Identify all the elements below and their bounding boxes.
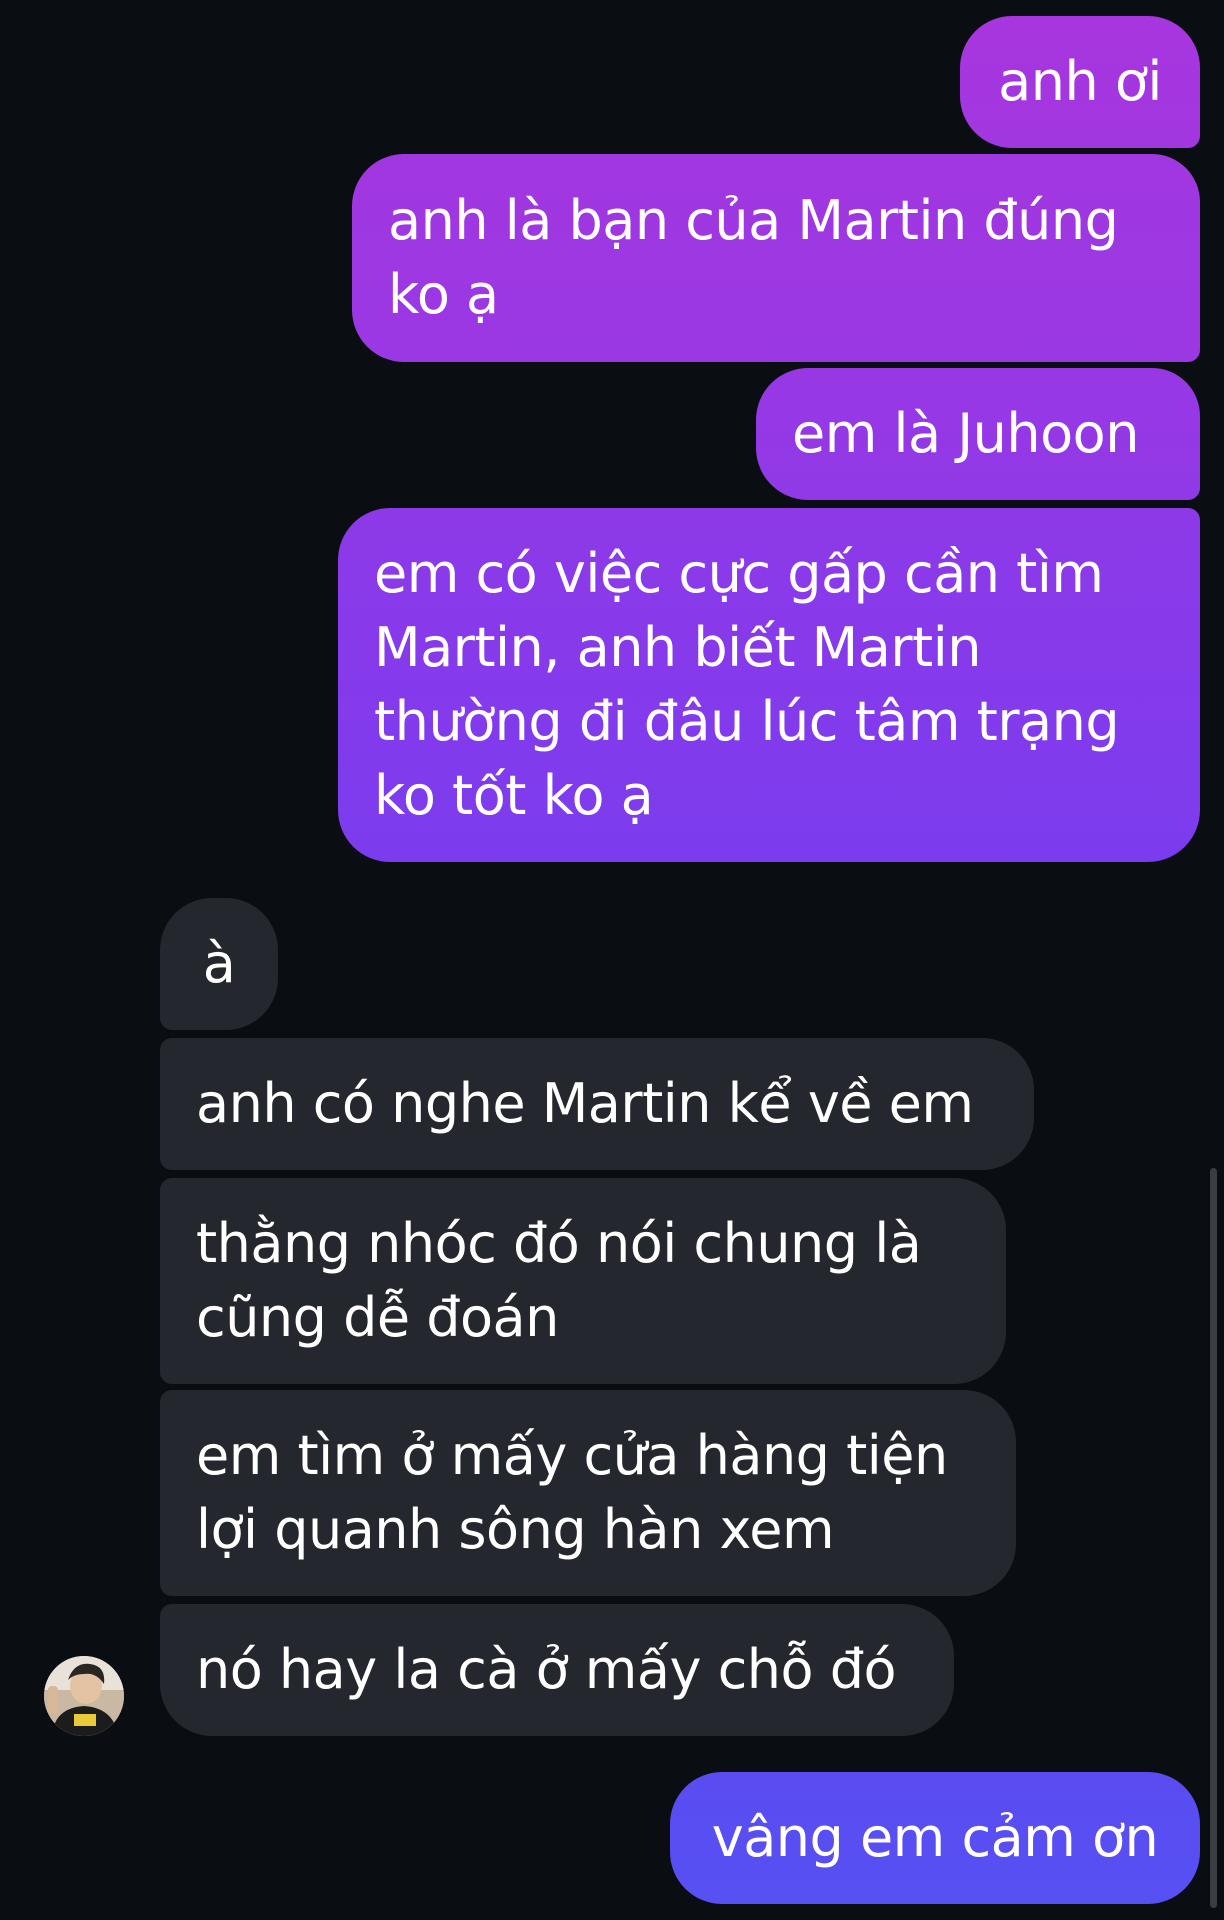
message-bubble-outgoing[interactable]: anh là bạn của Martin đúng ko ạ xyxy=(352,154,1200,362)
message-text: vâng em cảm ơn xyxy=(711,1806,1159,1869)
message-text: à xyxy=(202,932,236,995)
message-text: anh là bạn của Martin đúng ko ạ xyxy=(388,189,1119,326)
message-bubble-outgoing[interactable]: em là Juhoon xyxy=(756,368,1200,500)
message-text: nó hay la cà ở mấy chỗ đó xyxy=(196,1638,897,1701)
message-bubble-outgoing[interactable]: anh ơi xyxy=(960,16,1200,148)
message-text: em có việc cực gấp cần tìm Martin, anh b… xyxy=(374,542,1120,827)
message-bubble-outgoing-reply[interactable]: vâng em cảm ơn xyxy=(670,1772,1200,1904)
message-bubble-outgoing[interactable]: em có việc cực gấp cần tìm Martin, anh b… xyxy=(338,508,1200,862)
chat-thread: anh ơi anh là bạn của Martin đúng ko ạ e… xyxy=(0,0,1224,1920)
message-text: anh ơi xyxy=(998,50,1162,113)
message-bubble-incoming[interactable]: anh có nghe Martin kể về em xyxy=(160,1038,1034,1170)
message-text: thằng nhóc đó nói chung là cũng dễ đoán xyxy=(196,1212,922,1349)
message-bubble-incoming[interactable]: thằng nhóc đó nói chung là cũng dễ đoán xyxy=(160,1178,1006,1384)
message-bubble-incoming[interactable]: à xyxy=(160,898,278,1030)
message-bubble-incoming[interactable]: nó hay la cà ở mấy chỗ đó xyxy=(160,1604,954,1736)
message-bubble-incoming[interactable]: em tìm ở mấy cửa hàng tiện lợi quanh sôn… xyxy=(160,1390,1016,1596)
scrollbar[interactable] xyxy=(1210,1168,1217,1908)
message-text: em là Juhoon xyxy=(792,402,1139,465)
avatar-image xyxy=(44,1656,124,1736)
message-text: em tìm ở mấy cửa hàng tiện lợi quanh sôn… xyxy=(196,1424,948,1561)
message-text: anh có nghe Martin kể về em xyxy=(196,1072,974,1135)
contact-avatar-icon[interactable] xyxy=(44,1656,124,1736)
